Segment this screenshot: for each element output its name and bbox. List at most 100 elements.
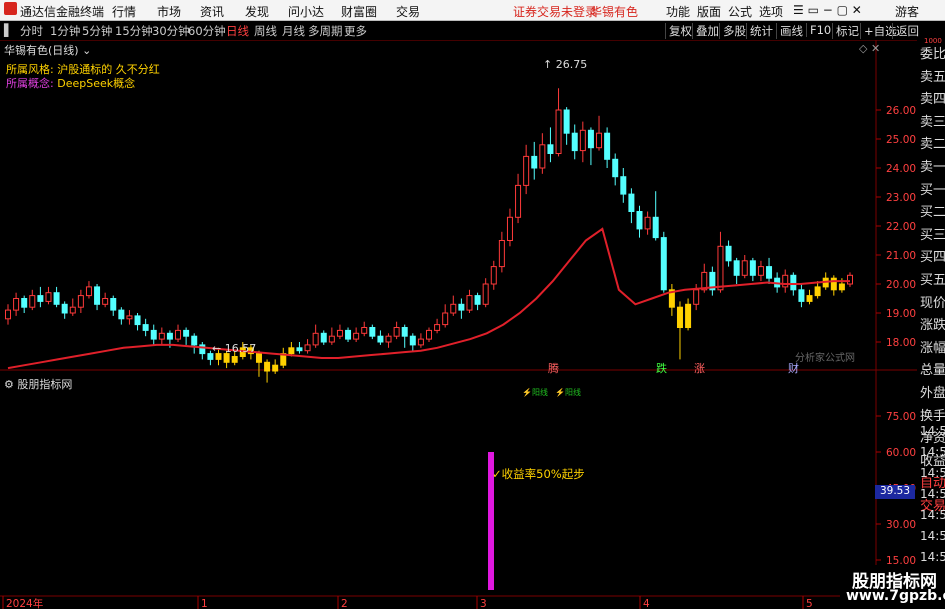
candle-body xyxy=(345,329,352,340)
candle-body xyxy=(806,295,813,302)
candle-body xyxy=(636,211,643,230)
side-panel-label: 买二 xyxy=(920,205,945,221)
menu-wealth[interactable]: 财富圈 xyxy=(341,3,377,20)
price-tick-label: 23.00 xyxy=(886,192,916,204)
side-panel-label: 涨跌 xyxy=(920,318,945,334)
chart-area[interactable]: 26.00 25.00 24.00 23.00 22.00 21.00 20.00 19.00… xyxy=(0,40,945,609)
candle-body xyxy=(29,295,36,308)
candle-body xyxy=(393,327,400,337)
guest-label[interactable]: 游客 xyxy=(895,3,919,20)
candle-body xyxy=(741,260,748,276)
candle-body xyxy=(482,283,489,305)
btn-f10[interactable]: F10 xyxy=(806,23,831,37)
candle-body xyxy=(450,303,457,314)
side-panel-label: 买四 xyxy=(920,250,945,266)
side-panel-time: 14:56 xyxy=(920,445,945,459)
candle-body xyxy=(523,155,530,186)
candle-body xyxy=(183,329,190,337)
expand-icon[interactable]: ▌ xyxy=(4,23,13,37)
date-tick-label: 2024年 xyxy=(6,597,43,609)
stock-name: 华锡有色 xyxy=(590,5,639,19)
side-panel-label: 委比 xyxy=(920,47,945,62)
candle-body xyxy=(458,303,465,311)
candle-body xyxy=(717,245,724,291)
menu-news[interactable]: 资讯 xyxy=(200,3,224,20)
candle-body xyxy=(612,158,619,178)
price-axis: 26.00 25.00 24.00 23.00 22.00 21.00 20.00 19.00… xyxy=(876,105,916,349)
period-15min[interactable]: 15分钟 xyxy=(115,23,153,39)
candle-body xyxy=(45,292,52,302)
green-mark-2: ⚡️阳线 xyxy=(555,388,581,397)
moving-average-line xyxy=(7,227,850,370)
indicator-settings-icon[interactable]: ⚙ xyxy=(4,378,14,391)
candle-body xyxy=(13,298,20,311)
candle-body xyxy=(94,286,101,305)
candle-body xyxy=(490,266,497,285)
date-tick-label: 5 xyxy=(806,598,813,609)
event-badge-teng[interactable]: 腾 xyxy=(548,360,559,376)
candle-body xyxy=(118,309,125,320)
date-tick-label: 1 xyxy=(201,598,208,609)
side-panel-label: 买三 xyxy=(920,227,945,243)
period-week[interactable]: 周线 xyxy=(254,23,277,39)
btn-draw[interactable]: 画线 xyxy=(776,23,803,39)
date-tick-label: 4 xyxy=(643,598,650,609)
candle-body xyxy=(830,277,837,291)
candle-body xyxy=(77,295,84,308)
high-label: 26.75 xyxy=(555,58,588,71)
btn-overlay[interactable]: 叠加 xyxy=(692,23,719,39)
signal-text-value: 收益率50%起步 xyxy=(501,467,585,481)
period-multi[interactable]: 多周期 xyxy=(308,23,343,39)
period-30min[interactable]: 30分钟 xyxy=(152,23,190,39)
candle-body xyxy=(102,298,109,305)
candle-body xyxy=(61,303,68,314)
chevron-down-icon[interactable]: ⌄ xyxy=(82,44,91,57)
period-day[interactable]: 日线 xyxy=(226,23,249,39)
side-panel-label: 卖三 xyxy=(920,114,945,130)
app-logo-icon xyxy=(4,2,17,15)
btn-back[interactable]: 返回 xyxy=(892,23,919,39)
login-status[interactable]: 证券交易未登录 xyxy=(513,3,597,20)
period-month[interactable]: 月线 xyxy=(282,23,305,39)
candle-body xyxy=(644,216,651,230)
menu-market[interactable]: 行情 xyxy=(112,3,136,20)
window-icons[interactable]: ☰ ▭ − ▢ ✕ xyxy=(793,3,862,17)
event-badge-die[interactable]: 跌 xyxy=(656,360,667,376)
app-title: 通达信金融终端 xyxy=(20,5,105,19)
candle-body xyxy=(134,315,141,326)
menu-layout[interactable]: 版面 xyxy=(697,3,721,20)
indicator-tick-label: 30.00 xyxy=(886,519,916,531)
period-more[interactable]: 更多 xyxy=(344,23,367,39)
period-60min[interactable]: 60分钟 xyxy=(188,23,226,39)
btn-adjust[interactable]: 复权 xyxy=(665,23,692,39)
period-5min[interactable]: 5分钟 xyxy=(82,23,112,39)
candle-body xyxy=(474,295,481,305)
btn-stats[interactable]: 统计 xyxy=(746,23,773,39)
menu-ask[interactable]: 问小达 xyxy=(288,3,324,20)
period-1min[interactable]: 1分钟 xyxy=(50,23,80,39)
menu-discover[interactable]: 发现 xyxy=(245,3,269,20)
candle-body xyxy=(21,298,28,308)
candle-body xyxy=(725,245,732,262)
chart-settings-icons[interactable]: ◇ ✕ xyxy=(859,42,880,55)
menu-formula[interactable]: 公式 xyxy=(728,3,752,20)
candle-body xyxy=(628,193,635,213)
candle-body xyxy=(385,335,392,343)
period-tick[interactable]: 分时 xyxy=(20,23,43,39)
green-mark-1: ⚡️阳线 xyxy=(522,388,548,397)
candle-body xyxy=(417,338,424,346)
low-label: 16.57 xyxy=(224,342,257,355)
btn-mark[interactable]: 标记 xyxy=(832,23,859,39)
menu-options[interactable]: 选项 xyxy=(759,3,783,20)
candle-body xyxy=(312,332,319,346)
event-badge-zhang[interactable]: 涨 xyxy=(694,360,705,376)
candle-body xyxy=(409,335,416,346)
candle-body xyxy=(587,129,594,149)
site-watermark: 股朋指标网 www.7gpzb.com xyxy=(840,565,945,609)
menu-market-list[interactable]: 市场 xyxy=(157,3,181,20)
btn-multistock[interactable]: 多股 xyxy=(719,23,746,39)
candle-body xyxy=(434,324,441,331)
candle-body xyxy=(749,260,756,276)
menu-function[interactable]: 功能 xyxy=(666,3,690,20)
menu-trade[interactable]: 交易 xyxy=(396,3,420,20)
